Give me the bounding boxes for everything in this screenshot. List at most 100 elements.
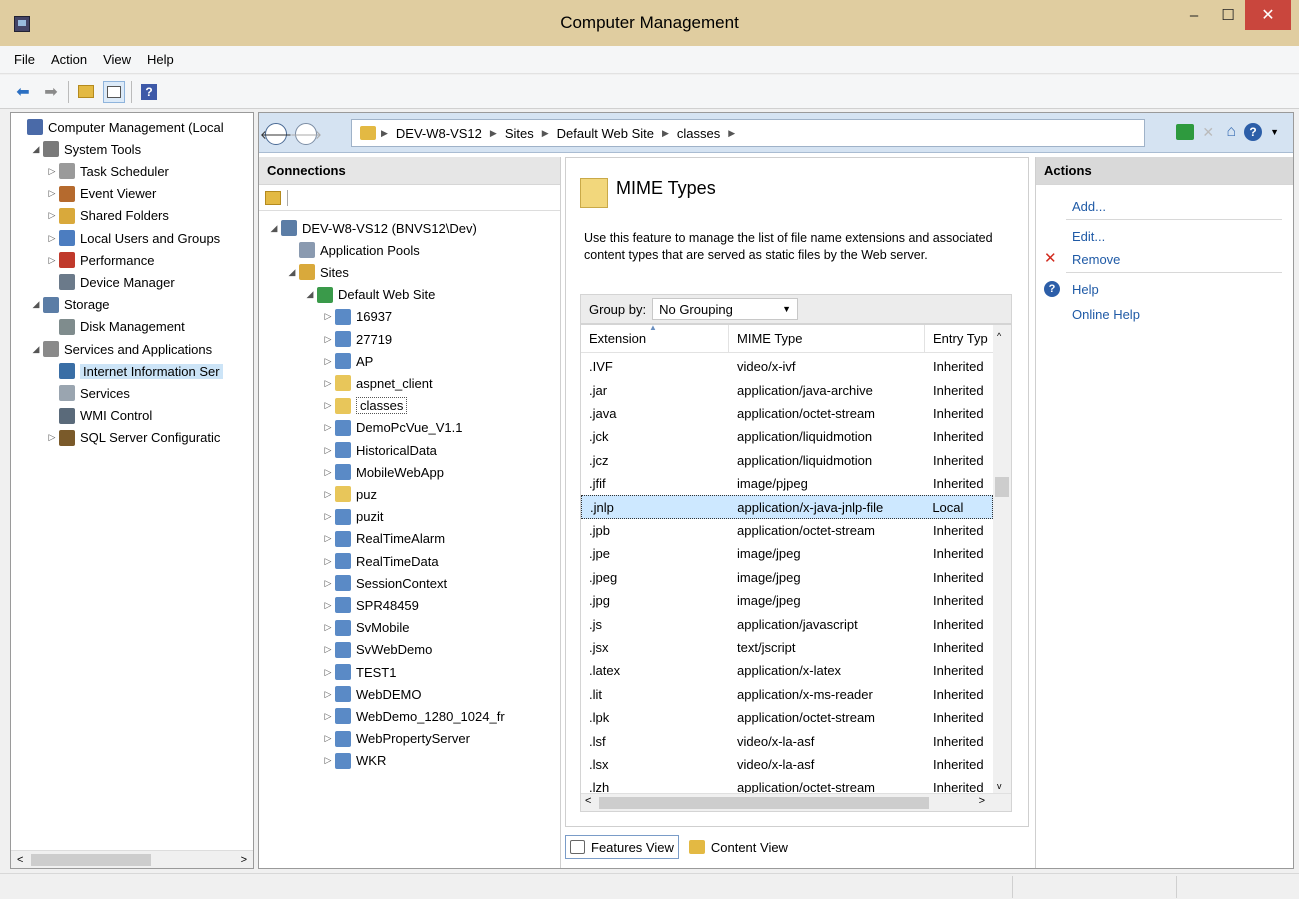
help-book-icon[interactable]: ?	[138, 81, 160, 103]
expanded-arrow-icon[interactable]: ◢	[303, 289, 317, 300]
forward-arrow-icon[interactable]: ➡	[40, 81, 62, 103]
chevron-down-icon[interactable]: ▼	[1270, 127, 1279, 137]
scroll-up-icon[interactable]: ^	[997, 331, 1001, 341]
content-view-tab[interactable]: Content View	[685, 835, 792, 859]
mime-type-row[interactable]: .jnlp application/x-java-jnlp-file Local	[581, 495, 993, 519]
close-button[interactable]: ✕	[1245, 0, 1291, 30]
mime-type-row[interactable]: .java application/octet-stream Inherited	[581, 402, 993, 425]
scroll-down-icon[interactable]: v	[997, 781, 1002, 791]
scroll-left-icon[interactable]: <	[17, 854, 23, 866]
scroll-left-icon[interactable]: <	[585, 795, 591, 807]
expanded-arrow-icon[interactable]: ◢	[267, 223, 281, 234]
show-hide-tree-icon[interactable]	[103, 80, 125, 103]
collapsed-arrow-icon[interactable]: ▷	[45, 233, 59, 244]
collapsed-arrow-icon[interactable]: ▷	[321, 667, 335, 678]
mime-type-row[interactable]: .jpe image/jpeg Inherited	[581, 542, 993, 565]
help-action[interactable]: Help	[1072, 282, 1099, 297]
maximize-button[interactable]: ☐	[1211, 0, 1245, 30]
connections-tree-item[interactable]: ▷ SvWebDemo	[321, 639, 432, 661]
collapsed-arrow-icon[interactable]: ▷	[321, 378, 335, 389]
help-icon[interactable]: ?	[1244, 123, 1263, 141]
expanded-arrow-icon[interactable]: ◢	[285, 267, 299, 278]
breadcrumb-sites[interactable]: Sites	[505, 126, 534, 141]
connections-tree-item[interactable]: ▷ aspnet_client	[321, 372, 433, 394]
collapsed-arrow-icon[interactable]: ▷	[321, 600, 335, 611]
connections-tree-item[interactable]: ▷ AP	[321, 350, 373, 372]
mime-type-row[interactable]: .jar application/java-archive Inherited	[581, 378, 993, 401]
collapsed-arrow-icon[interactable]: ▷	[321, 755, 335, 766]
console-tree-item[interactable]: ▷ Shared Folders	[45, 205, 169, 227]
expanded-arrow-icon[interactable]: ◢	[29, 299, 43, 310]
collapsed-arrow-icon[interactable]: ▷	[321, 445, 335, 456]
connections-tree-item[interactable]: ▷ SPR48459	[321, 594, 419, 616]
collapsed-arrow-icon[interactable]: ▷	[321, 533, 335, 544]
add-action[interactable]: Add...	[1072, 199, 1106, 214]
expanded-arrow-icon[interactable]: ◢	[29, 344, 43, 355]
connections-tree-item[interactable]: ▷ HistoricalData	[321, 439, 437, 461]
breadcrumb-default-web-site[interactable]: Default Web Site	[557, 126, 654, 141]
connections-tree-item[interactable]: ▷ 16937	[321, 306, 392, 328]
console-tree-item[interactable]: Device Manager	[45, 271, 175, 293]
connections-tree-item[interactable]: ◢ DEV-W8-VS12 (BNVS12\Dev)	[267, 217, 477, 239]
mime-type-row[interactable]: .lit application/x-ms-reader Inherited	[581, 683, 993, 706]
console-tree-item[interactable]: ◢ Services and Applications	[29, 338, 212, 360]
menu-file[interactable]: File	[6, 52, 43, 67]
console-tree-item[interactable]: ▷ SQL Server Configuratic	[45, 427, 220, 449]
console-tree-horizontal-scrollbar[interactable]: < >	[11, 850, 253, 868]
console-tree-item[interactable]: ▷ Task Scheduler	[45, 160, 169, 182]
console-tree-item[interactable]: WMI Control	[45, 405, 152, 427]
column-header-mime-type[interactable]: MIME Type	[729, 325, 925, 353]
collapsed-arrow-icon[interactable]: ▷	[321, 733, 335, 744]
breadcrumb-server[interactable]: DEV-W8-VS12	[396, 126, 482, 141]
menu-view[interactable]: View	[95, 52, 139, 67]
breadcrumb-classes[interactable]: classes	[677, 126, 720, 141]
connections-tree-item[interactable]: ▷ WKR	[321, 750, 386, 772]
connections-tree-item[interactable]: ▷ puzit	[321, 506, 383, 528]
mime-type-row[interactable]: .jpb application/octet-stream Inherited	[581, 519, 993, 542]
connections-tree-item[interactable]: ▷ TEST1	[321, 661, 396, 683]
connections-tree-item[interactable]: ▷ WebDemo_1280_1024_fr	[321, 705, 505, 727]
connections-tree-item[interactable]: ▷ puz	[321, 483, 377, 505]
expanded-arrow-icon[interactable]: ◢	[29, 144, 43, 155]
connections-tree-item[interactable]: ▷ RealTimeAlarm	[321, 528, 445, 550]
collapsed-arrow-icon[interactable]: ▷	[321, 311, 335, 322]
collapsed-arrow-icon[interactable]: ▷	[45, 255, 59, 266]
mime-type-row[interactable]: .jpeg image/jpeg Inherited	[581, 566, 993, 589]
collapsed-arrow-icon[interactable]: ▷	[321, 511, 335, 522]
connections-tree-item[interactable]: ▷ DemoPcVue_V1.1	[321, 417, 462, 439]
scroll-thumb[interactable]	[31, 854, 151, 866]
collapsed-arrow-icon[interactable]: ▷	[321, 578, 335, 589]
scroll-thumb[interactable]	[995, 477, 1009, 497]
column-header-extension[interactable]: Extension ▲	[581, 325, 729, 353]
collapsed-arrow-icon[interactable]: ▷	[321, 422, 335, 433]
minimize-button[interactable]: –	[1177, 0, 1211, 30]
collapsed-arrow-icon[interactable]: ▷	[321, 334, 335, 345]
console-tree-item[interactable]: ◢ System Tools	[29, 138, 141, 160]
forward-nav-button[interactable]: 🡒	[290, 123, 322, 145]
up-folder-icon[interactable]	[75, 81, 97, 103]
collapsed-arrow-icon[interactable]: ▷	[321, 356, 335, 367]
scroll-right-icon[interactable]: >	[979, 795, 985, 807]
collapsed-arrow-icon[interactable]: ▷	[321, 689, 335, 700]
connections-tree-item[interactable]: ◢ Default Web Site	[303, 284, 435, 306]
features-view-tab[interactable]: Features View	[565, 835, 679, 859]
collapsed-arrow-icon[interactable]: ▷	[321, 711, 335, 722]
connections-tree-item[interactable]: ▷ classes	[321, 395, 408, 417]
console-tree-item[interactable]: ▷ Local Users and Groups	[45, 227, 220, 249]
collapsed-arrow-icon[interactable]: ▷	[321, 489, 335, 500]
connections-tree-item[interactable]: ▷ WebDEMO	[321, 683, 422, 705]
edit-action[interactable]: Edit...	[1072, 229, 1105, 244]
group-by-select[interactable]: No Grouping ▼	[652, 298, 799, 320]
column-header-entry-type[interactable]: Entry Typ	[925, 325, 993, 353]
mime-type-row[interactable]: .lsx video/x-la-asf Inherited	[581, 753, 993, 776]
collapsed-arrow-icon[interactable]: ▷	[321, 644, 335, 655]
home-icon[interactable]: ⌂	[1226, 123, 1236, 141]
connect-icon[interactable]	[265, 190, 281, 205]
scroll-right-icon[interactable]: >	[241, 854, 247, 866]
connections-tree-item[interactable]: Application Pools	[285, 239, 420, 261]
console-tree-item[interactable]: Computer Management (Local	[13, 116, 224, 138]
console-tree-item[interactable]: Disk Management	[45, 316, 185, 338]
mime-type-row[interactable]: .IVF video/x-ivf Inherited	[581, 355, 993, 378]
collapsed-arrow-icon[interactable]: ▷	[45, 432, 59, 443]
collapsed-arrow-icon[interactable]: ▷	[321, 467, 335, 478]
